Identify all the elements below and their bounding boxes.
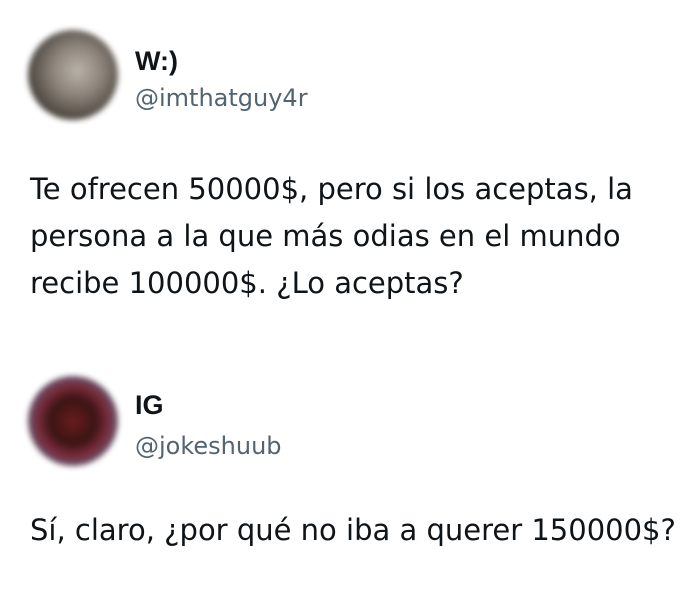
tweet-original: W:) @imthatguy4r Te ofrecen 50000$, pero… bbox=[0, 0, 700, 340]
tweet-text: Te ofrecen 50000$, pero si los aceptas, … bbox=[30, 172, 633, 300]
avatar[interactable] bbox=[28, 30, 118, 120]
tweet-text: Sí, claro, ¿por qué no iba a querer 1500… bbox=[30, 513, 676, 547]
user-handle[interactable]: @jokeshuub bbox=[135, 432, 282, 460]
tweet-reply: IG @jokeshuub Sí, claro, ¿por qué no iba… bbox=[0, 340, 700, 594]
display-name[interactable]: W:) bbox=[135, 46, 178, 77]
user-handle[interactable]: @imthatguy4r bbox=[135, 84, 308, 112]
display-name[interactable]: IG bbox=[135, 390, 164, 421]
avatar[interactable] bbox=[28, 376, 118, 466]
